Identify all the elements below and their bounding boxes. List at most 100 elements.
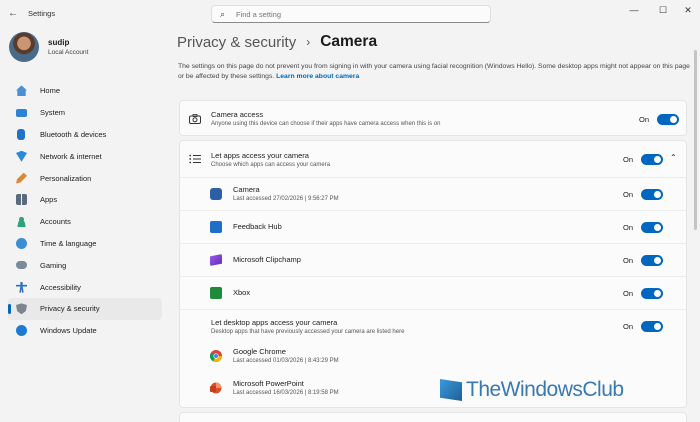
sidebar-item-gaming[interactable]: Gaming bbox=[8, 254, 162, 276]
camera-access-card: Camera access Anyone using this device c… bbox=[179, 100, 687, 136]
watermark-text: TheWindowsClub bbox=[466, 378, 624, 401]
sidebar-item-label: Home bbox=[40, 86, 61, 96]
sidebar-item-label: Windows Update bbox=[40, 326, 97, 336]
scrollbar[interactable] bbox=[694, 50, 697, 230]
app-row-camera: Camera Last accessed 27/02/2026 | 9:56:2… bbox=[180, 178, 686, 210]
app-row-clipchamp: Microsoft Clipchamp On bbox=[180, 244, 686, 276]
close-button[interactable]: ✕ bbox=[679, 4, 697, 16]
desktop-app-row: Google Chrome Last accessed 01/03/2026 |… bbox=[180, 341, 686, 373]
sidebar-item-apps[interactable]: Apps bbox=[8, 189, 162, 211]
app-name: Microsoft PowerPoint bbox=[233, 379, 304, 388]
sidebar-item-time-language[interactable]: Time & language bbox=[8, 233, 162, 255]
camera-access-toggle[interactable] bbox=[657, 114, 679, 125]
sidebar-item-privacy-security[interactable]: Privacy & security bbox=[8, 297, 162, 320]
profile-name: sudip bbox=[48, 38, 70, 47]
camera-app-icon bbox=[210, 188, 222, 200]
learn-more-link[interactable]: Learn more about camera bbox=[276, 73, 359, 80]
gamepad-icon bbox=[16, 261, 27, 270]
watermark: TheWindowsClub bbox=[440, 378, 624, 402]
list-icon bbox=[189, 153, 201, 165]
accessibility-icon bbox=[16, 281, 27, 293]
breadcrumb-separator: › bbox=[306, 35, 311, 49]
feedback-hub-icon bbox=[210, 221, 222, 233]
app-row-xbox: Xbox On bbox=[180, 277, 686, 309]
sidebar-nav: Home System Bluetooth & devices Network … bbox=[8, 80, 162, 342]
minimize-button[interactable]: — bbox=[625, 4, 643, 16]
back-button[interactable]: ← bbox=[6, 7, 20, 21]
app-name: Google Chrome bbox=[233, 347, 286, 356]
apps-access-card: Let apps access your camera Choose which… bbox=[179, 140, 687, 408]
xbox-icon bbox=[210, 287, 222, 299]
camera-access-subtitle: Anyone using this device can choose if t… bbox=[211, 121, 441, 127]
desktop-apps-subtitle: Desktop apps that have previously access… bbox=[211, 329, 405, 335]
desktop-apps-toggle[interactable] bbox=[641, 321, 663, 332]
page-description: The settings on this page do not prevent… bbox=[178, 62, 693, 82]
sidebar-item-label: Time & language bbox=[40, 238, 97, 248]
sidebar-item-personalization[interactable]: Personalization bbox=[8, 167, 162, 189]
apps-access-header[interactable]: Let apps access your camera Choose which… bbox=[180, 141, 686, 177]
user-profile[interactable]: sudip Local Account bbox=[9, 32, 88, 62]
apps-access-title: Let apps access your camera bbox=[211, 151, 309, 160]
sidebar-item-home[interactable]: Home bbox=[8, 80, 162, 102]
app-last-accessed: Last accessed 16/03/2026 | 8:19:58 PM bbox=[233, 390, 339, 396]
chevron-up-icon[interactable]: ⌃ bbox=[670, 153, 677, 162]
page-title: Camera bbox=[320, 33, 378, 50]
camera-icon bbox=[189, 113, 201, 125]
apps-access-toggle[interactable] bbox=[641, 154, 663, 165]
breadcrumb: Privacy & security › Camera bbox=[177, 33, 377, 51]
sidebar-item-label: Gaming bbox=[40, 260, 67, 270]
shield-icon bbox=[16, 303, 27, 315]
maximize-button[interactable]: ☐ bbox=[654, 4, 672, 16]
desktop-apps-state: On bbox=[623, 322, 634, 331]
desktop-apps-title: Let desktop apps access your camera bbox=[211, 318, 338, 327]
clipchamp-icon bbox=[210, 254, 222, 266]
app-title: Settings bbox=[28, 9, 56, 18]
app-state: On bbox=[623, 190, 634, 199]
sidebar-item-label: Accounts bbox=[40, 217, 71, 227]
profile-account-type: Local Account bbox=[48, 49, 89, 56]
next-card bbox=[179, 412, 687, 422]
sidebar-item-label: Personalization bbox=[40, 173, 92, 183]
search-input[interactable] bbox=[236, 9, 476, 19]
sidebar-item-windows-update[interactable]: Windows Update bbox=[8, 320, 162, 342]
bluetooth-icon bbox=[17, 128, 25, 140]
accounts-icon bbox=[16, 216, 27, 228]
sidebar-item-label: Network & internet bbox=[40, 151, 102, 161]
search-box[interactable]: ⌕ bbox=[211, 5, 491, 23]
sidebar-item-bluetooth[interactable]: Bluetooth & devices bbox=[8, 124, 162, 146]
update-icon bbox=[16, 325, 27, 337]
app-state: On bbox=[623, 223, 634, 232]
clipchamp-toggle[interactable] bbox=[641, 255, 663, 266]
powerpoint-icon bbox=[210, 382, 222, 394]
app-name: Xbox bbox=[233, 288, 251, 297]
apps-icon bbox=[16, 194, 27, 206]
chrome-icon bbox=[210, 350, 222, 362]
app-last-accessed: Last accessed 01/03/2026 | 8:43:29 PM bbox=[233, 358, 339, 364]
sidebar-item-label: Privacy & security bbox=[40, 304, 100, 314]
wifi-icon bbox=[16, 150, 27, 162]
sidebar-item-accessibility[interactable]: Accessibility bbox=[8, 276, 162, 298]
breadcrumb-parent[interactable]: Privacy & security bbox=[177, 34, 296, 51]
apps-access-subtitle: Choose which apps can access your camera bbox=[211, 162, 331, 168]
app-state: On bbox=[623, 289, 634, 298]
sidebar-item-accounts[interactable]: Accounts bbox=[8, 211, 162, 233]
camera-app-toggle[interactable] bbox=[641, 189, 663, 200]
sidebar-item-system[interactable]: System bbox=[8, 102, 162, 124]
description-text: The settings on this page do not prevent… bbox=[178, 63, 690, 80]
brush-icon bbox=[16, 172, 27, 184]
xbox-toggle[interactable] bbox=[641, 288, 663, 299]
app-state: On bbox=[623, 256, 634, 265]
app-name: Microsoft Clipchamp bbox=[233, 255, 301, 264]
sidebar-item-label: System bbox=[40, 108, 66, 118]
sidebar-item-label: Accessibility bbox=[40, 282, 81, 292]
title-bar: ← Settings ⌕ — ☐ ✕ bbox=[0, 0, 700, 28]
home-icon bbox=[16, 85, 27, 97]
feedback-hub-toggle[interactable] bbox=[641, 222, 663, 233]
avatar bbox=[9, 32, 39, 62]
camera-access-title: Camera access bbox=[211, 110, 264, 119]
globe-icon bbox=[16, 237, 27, 249]
sidebar-item-network[interactable]: Network & internet bbox=[8, 145, 162, 167]
app-name: Feedback Hub bbox=[233, 222, 282, 231]
watermark-logo-icon bbox=[440, 379, 462, 401]
system-icon bbox=[16, 108, 27, 117]
